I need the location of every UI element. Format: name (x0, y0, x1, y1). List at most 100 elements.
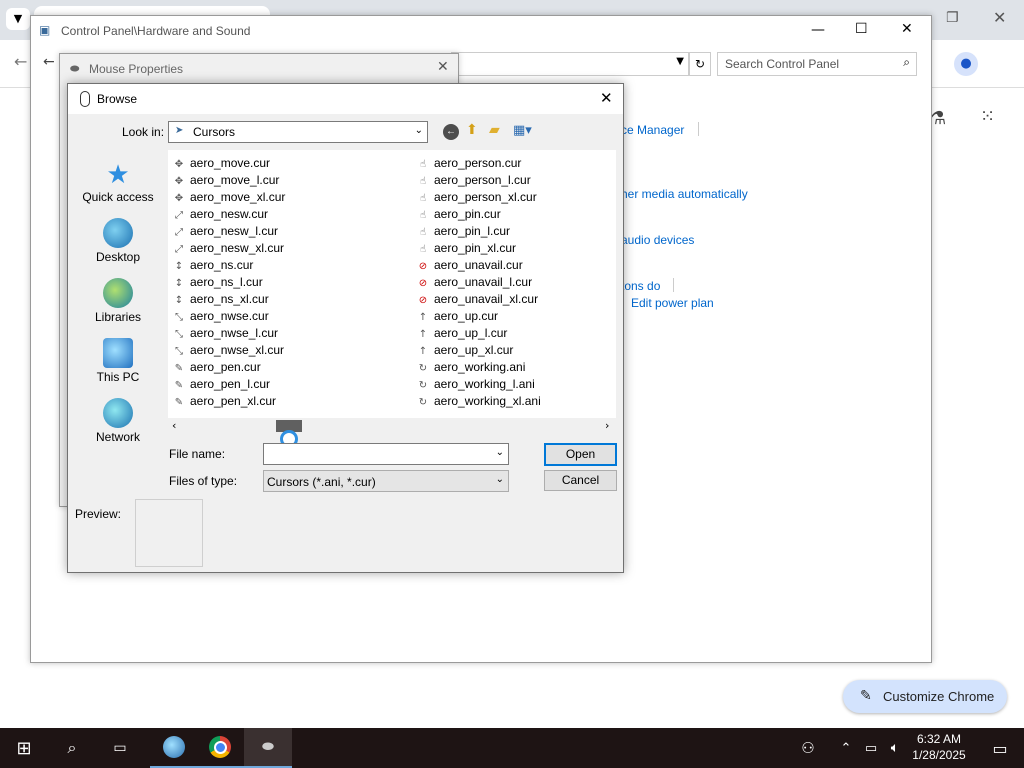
place-this-pc[interactable]: This PC (76, 338, 160, 384)
network-icon[interactable]: ▭ (860, 728, 882, 768)
file-item[interactable]: ☝ aero_pin.cur (416, 206, 501, 223)
file-item[interactable]: ↑ aero_up_l.cur (416, 325, 508, 342)
file-item[interactable]: ⤢ aero_nesw_l.cur (172, 223, 278, 240)
file-name: aero_pen_xl.cur (190, 394, 277, 408)
link-edit-power-plan[interactable]: Edit power plan (631, 296, 714, 310)
file-name-input[interactable]: ⌄ (263, 443, 509, 465)
close-button[interactable]: ✕ (600, 89, 613, 107)
file-item[interactable]: ↕ aero_ns.cur (172, 257, 254, 274)
restore-icon[interactable]: ❐ (946, 10, 959, 26)
file-item[interactable]: ↕ aero_ns_xl.cur (172, 291, 269, 308)
cursor-file-icon: ✥ (174, 159, 184, 170)
file-item[interactable]: ☝ aero_person_xl.cur (416, 189, 537, 206)
file-item[interactable]: ✎ aero_pen_xl.cur (172, 393, 276, 410)
link-device-manager[interactable]: ce Manager (621, 123, 684, 137)
file-name: aero_working_l.ani (434, 377, 535, 391)
clock[interactable]: 6:32 AM 1/28/2025 (908, 731, 970, 763)
clock-time: 6:32 AM (916, 732, 962, 746)
maximize-button[interactable]: ☐ (855, 21, 868, 37)
file-item[interactable]: ☝ aero_pin_xl.cur (416, 240, 516, 257)
back-icon[interactable]: ← (443, 124, 459, 140)
search-icon[interactable]: ⌕ (48, 728, 96, 768)
file-name: aero_nesw_l.cur (190, 224, 279, 238)
file-name: aero_unavail.cur (434, 258, 523, 272)
address-field[interactable]: ▼ (451, 52, 689, 76)
new-folder-icon[interactable]: ▰ (489, 122, 500, 138)
file-name: aero_pin.cur (434, 207, 501, 221)
file-item[interactable]: ✎ aero_pen_l.cur (172, 376, 270, 393)
chrome-taskbar-icon[interactable] (196, 728, 244, 768)
mouse-taskbar-icon[interactable]: ⬬ (244, 728, 292, 768)
files-of-type-select[interactable]: Cursors (*.ani, *.cur) ⌄ (263, 470, 509, 492)
close-icon[interactable]: ✕ (993, 8, 1006, 27)
notification-icon[interactable]: ▭ (976, 728, 1024, 768)
chevron-up-icon[interactable]: ⌃ (836, 728, 856, 768)
horizontal-scrollbar[interactable]: ‹ › (168, 418, 616, 434)
file-item[interactable]: ☝ aero_person.cur (416, 155, 521, 172)
files-of-type-label: Files of type: (169, 474, 238, 488)
cursor-file-icon: ⤢ (175, 244, 183, 255)
place-libraries[interactable]: Libraries (76, 278, 160, 324)
file-item[interactable]: ↻ aero_working_l.ani (416, 376, 535, 393)
file-item[interactable]: ⊘ aero_unavail_l.cur (416, 274, 532, 291)
file-item[interactable]: ✥ aero_move_xl.cur (172, 189, 286, 206)
link-audio-devices[interactable]: audio devices (621, 233, 694, 247)
file-item[interactable]: ⤡ aero_nwse.cur (172, 308, 269, 325)
place-desktop[interactable]: Desktop (76, 218, 160, 264)
back-icon[interactable]: ← (14, 52, 27, 71)
link-play-media[interactable]: her media automatically (621, 187, 748, 201)
link-power-buttons[interactable]: tons do (621, 279, 660, 293)
file-item[interactable]: ⤢ aero_nesw_xl.cur (172, 240, 284, 257)
place-network[interactable]: Network (76, 398, 160, 444)
file-item[interactable]: ⤢ aero_nesw.cur (172, 206, 268, 223)
file-item[interactable]: ☝ aero_person_l.cur (416, 172, 531, 189)
look-in-select[interactable]: ➤ Cursors ⌄ (168, 121, 428, 143)
cursor-file-icon: ☝ (419, 159, 427, 170)
file-item[interactable]: ⊘ aero_unavail_xl.cur (416, 291, 538, 308)
close-button[interactable]: ✕ (901, 21, 913, 37)
customize-chrome-button[interactable]: ✎ Customize Chrome (843, 680, 1007, 713)
task-view-icon[interactable]: ▭ (96, 728, 144, 768)
scroll-right-icon[interactable]: › (605, 419, 609, 432)
people-icon[interactable]: ⚇ (788, 728, 828, 768)
chevron-down-icon: ▼ (676, 56, 684, 67)
file-list[interactable]: ✥ aero_move.cur ✥ aero_move_l.cur ✥ aero_move… (168, 150, 616, 418)
file-name: aero_nwse.cur (190, 309, 269, 323)
file-item[interactable]: ⤡ aero_nwse_l.cur (172, 325, 278, 342)
file-item[interactable]: ↑ aero_up.cur (416, 308, 498, 325)
cursor-file-icon: ⊘ (418, 278, 428, 289)
volume-icon[interactable]: 🔈︎ (884, 728, 906, 768)
file-item[interactable]: ☝ aero_pin_l.cur (416, 223, 510, 240)
files-of-type-value: Cursors (*.ani, *.cur) (267, 475, 376, 489)
file-item[interactable]: ↕ aero_ns_l.cur (172, 274, 263, 291)
place-quick-access[interactable]: ★ Quick access (76, 160, 160, 204)
search-input[interactable]: Search Control Panel ⌕ (717, 52, 917, 76)
scroll-left-icon[interactable]: ‹ (172, 419, 176, 432)
file-item[interactable]: ↻ aero_working_xl.ani (416, 393, 541, 410)
refresh-button[interactable]: ↻ (689, 52, 711, 76)
file-item[interactable]: ✎ aero_pen.cur (172, 359, 261, 376)
minimize-button[interactable]: — (811, 22, 825, 38)
back-button[interactable]: ← (43, 54, 55, 70)
file-name: aero_working.ani (434, 360, 526, 374)
cancel-button[interactable]: Cancel (544, 470, 617, 491)
up-folder-icon[interactable]: ⬆ (466, 122, 478, 138)
close-button[interactable]: ✕ (437, 59, 449, 75)
apps-grid-icon[interactable]: ⁙ (980, 106, 995, 127)
profile-avatar[interactable]: ● (954, 52, 978, 76)
place-label: Network (95, 430, 140, 444)
file-item[interactable]: ✥ aero_move.cur (172, 155, 270, 172)
chevron-down-icon: ⌄ (495, 447, 504, 458)
file-item[interactable]: ⊘ aero_unavail.cur (416, 257, 523, 274)
file-item[interactable]: ↻ aero_working.ani (416, 359, 526, 376)
customize-label: Customize Chrome (883, 689, 995, 704)
labs-icon[interactable]: ⚗ (930, 108, 946, 129)
view-menu-icon[interactable]: ▦▾ (513, 123, 532, 138)
file-item[interactable]: ✥ aero_move_l.cur (172, 172, 280, 189)
open-button[interactable]: Open (544, 443, 617, 466)
file-item[interactable]: ⤡ aero_nwse_xl.cur (172, 342, 284, 359)
tab-search-icon[interactable]: ▼ (6, 8, 30, 30)
file-item[interactable]: ↑ aero_up_xl.cur (416, 342, 514, 359)
windows-start-icon[interactable]: ⊞ (0, 728, 48, 768)
control-panel-taskbar-icon[interactable] (150, 728, 198, 768)
